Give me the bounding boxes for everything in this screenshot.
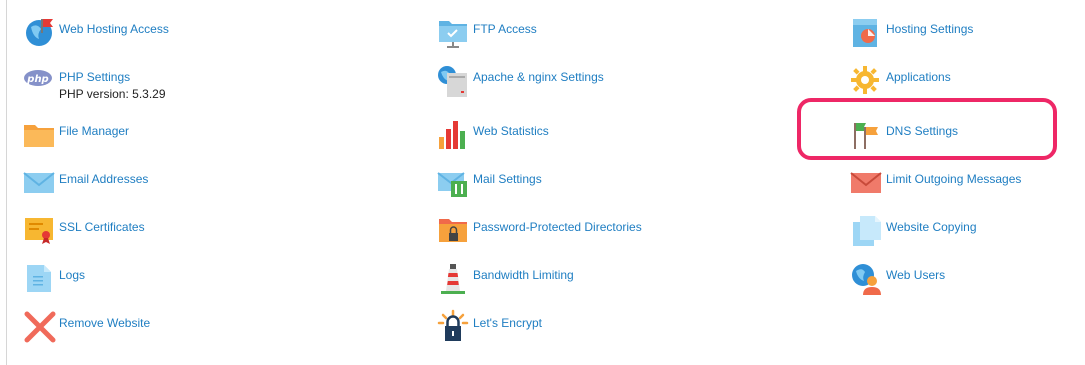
tool-remove-website[interactable]: Remove Website <box>23 309 243 349</box>
tool-label[interactable]: Website Copying <box>886 220 977 234</box>
gear-icon <box>850 63 884 97</box>
tool-label[interactable]: Web Users <box>886 268 945 282</box>
svg-text:php: php <box>26 74 48 85</box>
tool-website-copying[interactable]: Website Copying <box>850 213 1070 253</box>
envelope-icon <box>23 165 57 199</box>
tool-web-statistics[interactable]: Web Statistics <box>437 117 657 157</box>
tool-mail-settings[interactable]: Mail Settings <box>437 165 657 205</box>
left-border <box>6 0 7 365</box>
tool-apache-nginx-settings[interactable]: Apache & nginx Settings <box>437 63 677 103</box>
copy-document-icon <box>850 213 884 247</box>
remove-x-icon <box>23 309 57 343</box>
tool-web-users[interactable]: Web Users <box>850 261 1070 301</box>
certificate-icon <box>23 213 57 247</box>
server-globe-icon <box>437 63 471 97</box>
padlock-sun-icon <box>437 309 471 343</box>
tool-label[interactable]: Bandwidth Limiting <box>473 268 574 282</box>
tool-label[interactable]: DNS Settings <box>886 124 958 138</box>
php-version-text: PHP version: 5.3.29 <box>59 87 166 101</box>
tool-label[interactable]: Web Hosting Access <box>59 22 169 36</box>
tool-label[interactable]: Limit Outgoing Messages <box>886 172 1021 186</box>
tool-label[interactable]: Apache & nginx Settings <box>473 70 604 84</box>
tool-bandwidth-limiting[interactable]: Bandwidth Limiting <box>437 261 657 301</box>
globe-flag-icon <box>23 15 57 49</box>
tool-email-addresses[interactable]: Email Addresses <box>23 165 243 205</box>
tool-label[interactable]: Applications <box>886 70 951 84</box>
tool-label[interactable]: SSL Certificates <box>59 220 145 234</box>
dns-flags-icon <box>850 117 884 151</box>
bar-chart-icon <box>437 117 471 151</box>
tool-lets-encrypt[interactable]: Let's Encrypt <box>437 309 657 349</box>
tool-label[interactable]: File Manager <box>59 124 129 138</box>
tool-label[interactable]: Let's Encrypt <box>473 316 542 330</box>
tool-label[interactable]: Hosting Settings <box>886 22 973 36</box>
tool-label[interactable]: Email Addresses <box>59 172 148 186</box>
tool-label[interactable]: Mail Settings <box>473 172 542 186</box>
tool-password-protected-directories[interactable]: Password-Protected Directories <box>437 213 697 253</box>
tool-label[interactable]: Remove Website <box>59 316 150 330</box>
tool-label[interactable]: Password-Protected Directories <box>473 220 642 234</box>
hosting-settings-icon <box>850 15 884 49</box>
tool-dns-settings[interactable]: DNS Settings <box>850 117 1050 157</box>
tool-file-manager[interactable]: File Manager <box>23 117 243 157</box>
tool-applications[interactable]: Applications <box>850 63 1070 103</box>
php-icon: php <box>23 63 57 97</box>
tool-label[interactable]: Logs <box>59 268 85 282</box>
ftp-folder-icon <box>437 15 471 49</box>
tool-web-hosting-access[interactable]: Web Hosting Access <box>23 15 243 55</box>
lighthouse-icon <box>437 261 471 295</box>
locked-folder-icon <box>437 213 471 247</box>
tool-ssl-certificates[interactable]: SSL Certificates <box>23 213 243 253</box>
tool-hosting-settings[interactable]: Hosting Settings <box>850 15 1070 55</box>
folder-icon <box>23 117 57 151</box>
tool-label[interactable]: FTP Access <box>473 22 537 36</box>
envelope-limit-icon <box>850 165 884 199</box>
document-icon <box>23 261 57 295</box>
globe-user-icon <box>850 261 884 295</box>
tool-ftp-access[interactable]: FTP Access <box>437 15 657 55</box>
tool-label[interactable]: PHP Settings <box>59 70 130 84</box>
mail-settings-icon <box>437 165 471 199</box>
tool-php-settings[interactable]: php PHP Settings PHP version: 5.3.29 <box>23 63 243 103</box>
tool-limit-outgoing-messages[interactable]: Limit Outgoing Messages <box>850 165 1070 205</box>
tool-label[interactable]: Web Statistics <box>473 124 549 138</box>
tool-logs[interactable]: Logs <box>23 261 243 301</box>
